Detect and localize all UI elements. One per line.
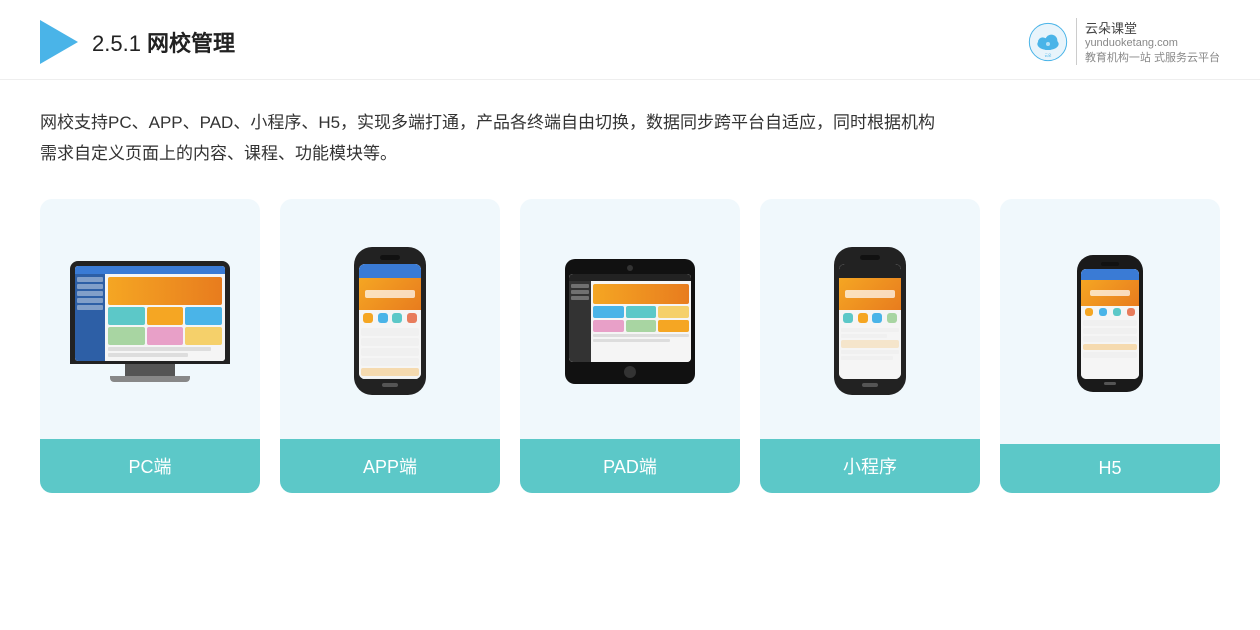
app-image-area (280, 199, 500, 439)
card-h5: H5 (1000, 199, 1220, 493)
pad-image-area (520, 199, 740, 439)
miniprogram-phone-icon (834, 247, 906, 395)
h5-label: H5 (1000, 444, 1220, 493)
miniprogram-image-area (760, 199, 980, 439)
app-label: APP端 (280, 439, 500, 493)
brand-logo: 云朵 云朵课堂 yunduoketang.com 教育机构一站 式服务云平台 (1028, 18, 1220, 65)
brand-url-text: yunduoketang.com (1085, 37, 1178, 49)
device-cards-area: PC端 (0, 179, 1260, 513)
cloud-logo-icon: 云朵 (1028, 22, 1068, 62)
card-pc: PC端 (40, 199, 260, 493)
page-title: 2.5.1 网校管理 (92, 26, 235, 58)
logo-triangle-icon (40, 20, 78, 64)
h5-phone-icon (1077, 255, 1143, 392)
svg-text:云朵: 云朵 (1045, 53, 1052, 57)
header: 2.5.1 网校管理 云朵 云朵课堂 yunduoketang.com (0, 0, 1260, 80)
brand-text: 云朵课堂 yunduoketang.com 教育机构一站 式服务云平台 (1076, 18, 1220, 65)
brand-name-text: 云朵课堂 (1085, 18, 1137, 37)
miniprogram-label: 小程序 (760, 439, 980, 493)
h5-image-area (1000, 199, 1220, 444)
header-left: 2.5.1 网校管理 (40, 20, 235, 64)
pc-label: PC端 (40, 439, 260, 493)
pad-tablet-icon (565, 259, 695, 384)
pc-monitor-icon (70, 261, 230, 382)
card-miniprogram: 小程序 (760, 199, 980, 493)
card-pad: PAD端 (520, 199, 740, 493)
pad-label: PAD端 (520, 439, 740, 493)
page-container: 2.5.1 网校管理 云朵 云朵课堂 yunduoketang.com (0, 0, 1260, 630)
app-phone-icon (354, 247, 426, 395)
brand-tagline: 教育机构一站 式服务云平台 (1085, 49, 1220, 65)
card-app: APP端 (280, 199, 500, 493)
description-text: 网校支持PC、APP、PAD、小程序、H5，实现多端打通，产品各终端自由切换，数… (0, 80, 1260, 179)
pc-image-area (40, 199, 260, 439)
